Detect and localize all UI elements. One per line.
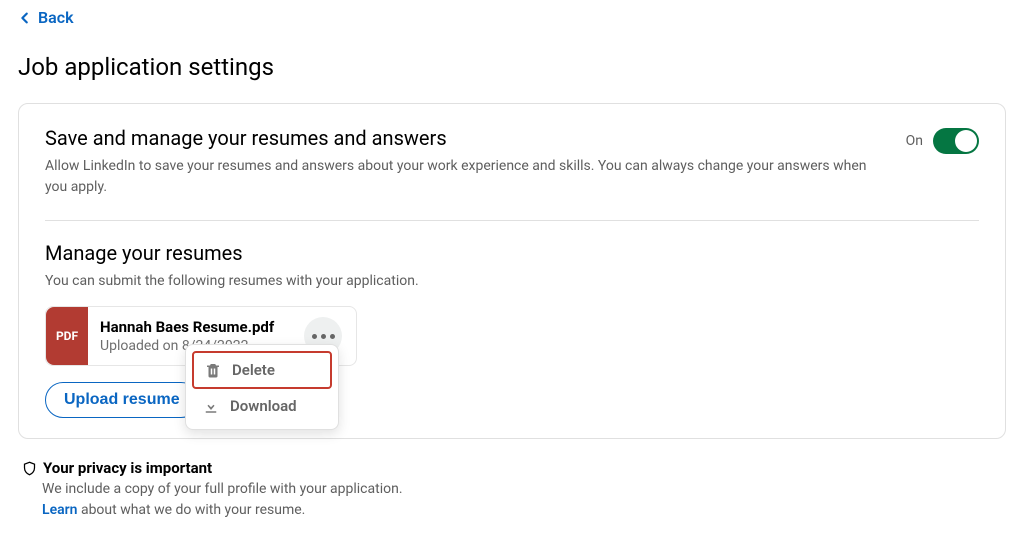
dots-icon [321,334,326,339]
save-manage-section: Save and manage your resumes and answers… [45,126,979,198]
resume-actions-dropdown: Delete Download [185,344,339,430]
manage-resumes-description: You can submit the following resumes wit… [45,271,979,292]
delete-resume-item[interactable]: Delete [192,351,332,389]
dots-icon [330,334,335,339]
privacy-learn-rest: about what we do with your resume. [77,502,305,518]
resume-filename: Hannah Baes Resume.pdf [100,318,274,336]
privacy-section: Your privacy is important We include a c… [18,459,1006,521]
back-link[interactable]: Back [18,4,74,31]
privacy-description: We include a copy of your full profile w… [42,481,403,497]
upload-resume-button[interactable]: Upload resume [45,382,199,418]
delete-label: Delete [232,361,275,379]
learn-link[interactable]: Learn [42,502,77,518]
privacy-body: We include a copy of your full profile w… [42,479,1002,521]
download-icon [202,397,220,415]
dots-icon [312,334,317,339]
toggle-group: On [906,126,979,154]
privacy-title-row: Your privacy is important [22,459,1002,477]
download-resume-item[interactable]: Download [192,389,332,423]
page-title: Job application settings [18,53,1006,81]
download-label: Download [230,397,297,415]
save-manage-text: Save and manage your resumes and answers… [45,126,886,198]
toggle-state-label: On [906,133,923,149]
section-divider [45,220,979,221]
pdf-badge: PDF [46,307,88,365]
save-resumes-toggle[interactable] [933,128,979,154]
shield-icon [22,461,37,476]
trash-icon [204,361,222,379]
settings-card: Save and manage your resumes and answers… [18,103,1006,439]
save-manage-title: Save and manage your resumes and answers [45,126,886,150]
privacy-title: Your privacy is important [43,459,212,477]
chevron-left-icon [18,11,32,25]
back-label: Back [38,8,74,27]
save-manage-description: Allow LinkedIn to save your resumes and … [45,156,886,198]
manage-resumes-section: Manage your resumes You can submit the f… [45,241,979,418]
manage-resumes-title: Manage your resumes [45,241,979,265]
toggle-knob [955,130,977,152]
